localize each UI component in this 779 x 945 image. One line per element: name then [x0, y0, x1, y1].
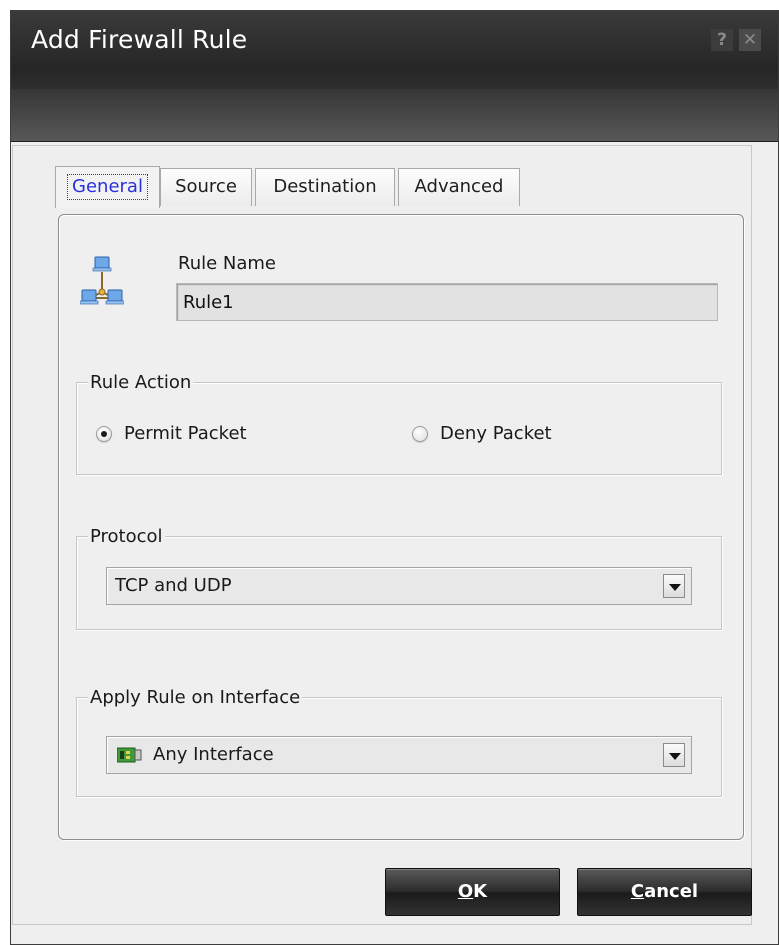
help-button[interactable]: ? — [711, 29, 733, 51]
tab-general[interactable]: General — [55, 166, 160, 208]
interface-select[interactable]: Any Interface — [106, 736, 692, 774]
rule-name-input[interactable] — [176, 283, 718, 321]
interface-selected-value: Any Interface — [153, 744, 274, 765]
permit-packet-option[interactable]: Permit Packet — [96, 423, 247, 444]
tab-advanced-label: Advanced — [414, 176, 504, 197]
ok-button-mnemonic: O — [457, 881, 474, 902]
tab-destination-label: Destination — [273, 176, 377, 197]
deny-packet-radio[interactable] — [412, 425, 428, 442]
ok-button-label: K — [473, 881, 488, 902]
permit-packet-label: Permit Packet — [124, 423, 247, 444]
network-card-icon — [117, 747, 142, 763]
title-bar-sheen — [11, 89, 778, 141]
tab-destination[interactable]: Destination — [255, 168, 395, 206]
rule-action-legend: Rule Action — [88, 372, 194, 393]
protocol-select[interactable]: TCP and UDP — [106, 567, 692, 605]
dialog-title: Add Firewall Rule — [31, 25, 248, 54]
network-icon — [80, 256, 124, 305]
chevron-down-icon[interactable] — [663, 743, 685, 767]
tab-source-label: Source — [175, 176, 237, 197]
chevron-down-icon[interactable] — [663, 574, 685, 598]
rule-name-label: Rule Name — [178, 253, 277, 274]
interface-legend: Apply Rule on Interface — [88, 687, 303, 708]
close-button[interactable]: ✕ — [739, 29, 761, 51]
deny-packet-option[interactable]: Deny Packet — [412, 423, 552, 444]
cancel-button-mnemonic: C — [630, 881, 645, 902]
tab-advanced[interactable]: Advanced — [398, 168, 520, 206]
cancel-button[interactable]: Cancel — [577, 868, 752, 916]
protocol-legend: Protocol — [88, 526, 165, 547]
deny-packet-label: Deny Packet — [440, 423, 552, 444]
title-bar: Add Firewall Rule ? ✕ — [11, 11, 778, 142]
permit-packet-radio[interactable] — [96, 425, 112, 442]
cancel-button-label: ancel — [644, 881, 699, 902]
ok-button[interactable]: OK — [385, 868, 560, 916]
protocol-selected-value: TCP and UDP — [115, 575, 232, 596]
tab-general-label: General — [67, 174, 148, 200]
tab-source[interactable]: Source — [160, 168, 252, 206]
